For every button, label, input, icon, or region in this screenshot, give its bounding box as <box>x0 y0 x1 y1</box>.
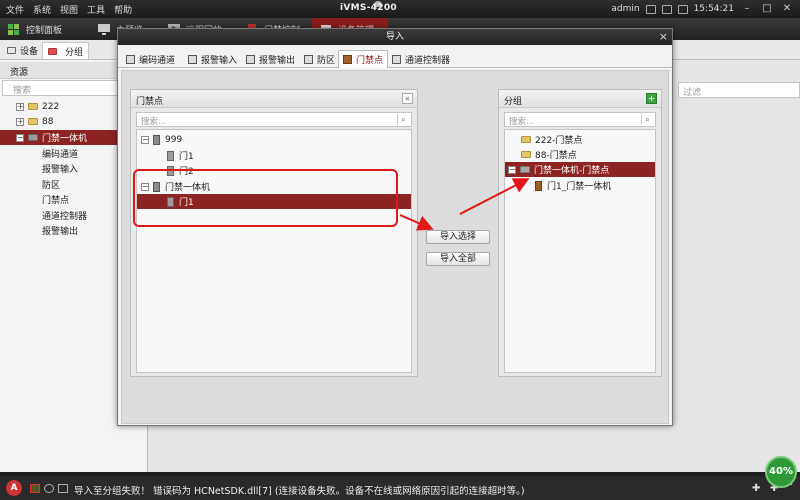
annotation-arrows <box>399 178 530 231</box>
alarm-icon[interactable] <box>30 484 40 493</box>
message-icon[interactable] <box>58 484 68 493</box>
annotation-arrow <box>459 178 530 215</box>
sound-icon[interactable] <box>44 484 54 493</box>
status-bar: A 导入至分组失败！ 错误码为 HCNetSDK.dll[7] (连接设备失败。… <box>0 476 800 500</box>
progress-indicator: 40% <box>765 456 797 488</box>
status-message: 导入至分组失败！ 错误码为 HCNetSDK.dll[7] (连接设备失败。设备… <box>74 486 525 497</box>
app-logo: A <box>6 480 22 496</box>
pin-icon[interactable]: ✚ <box>752 483 760 494</box>
annotation-arrow <box>399 214 434 231</box>
